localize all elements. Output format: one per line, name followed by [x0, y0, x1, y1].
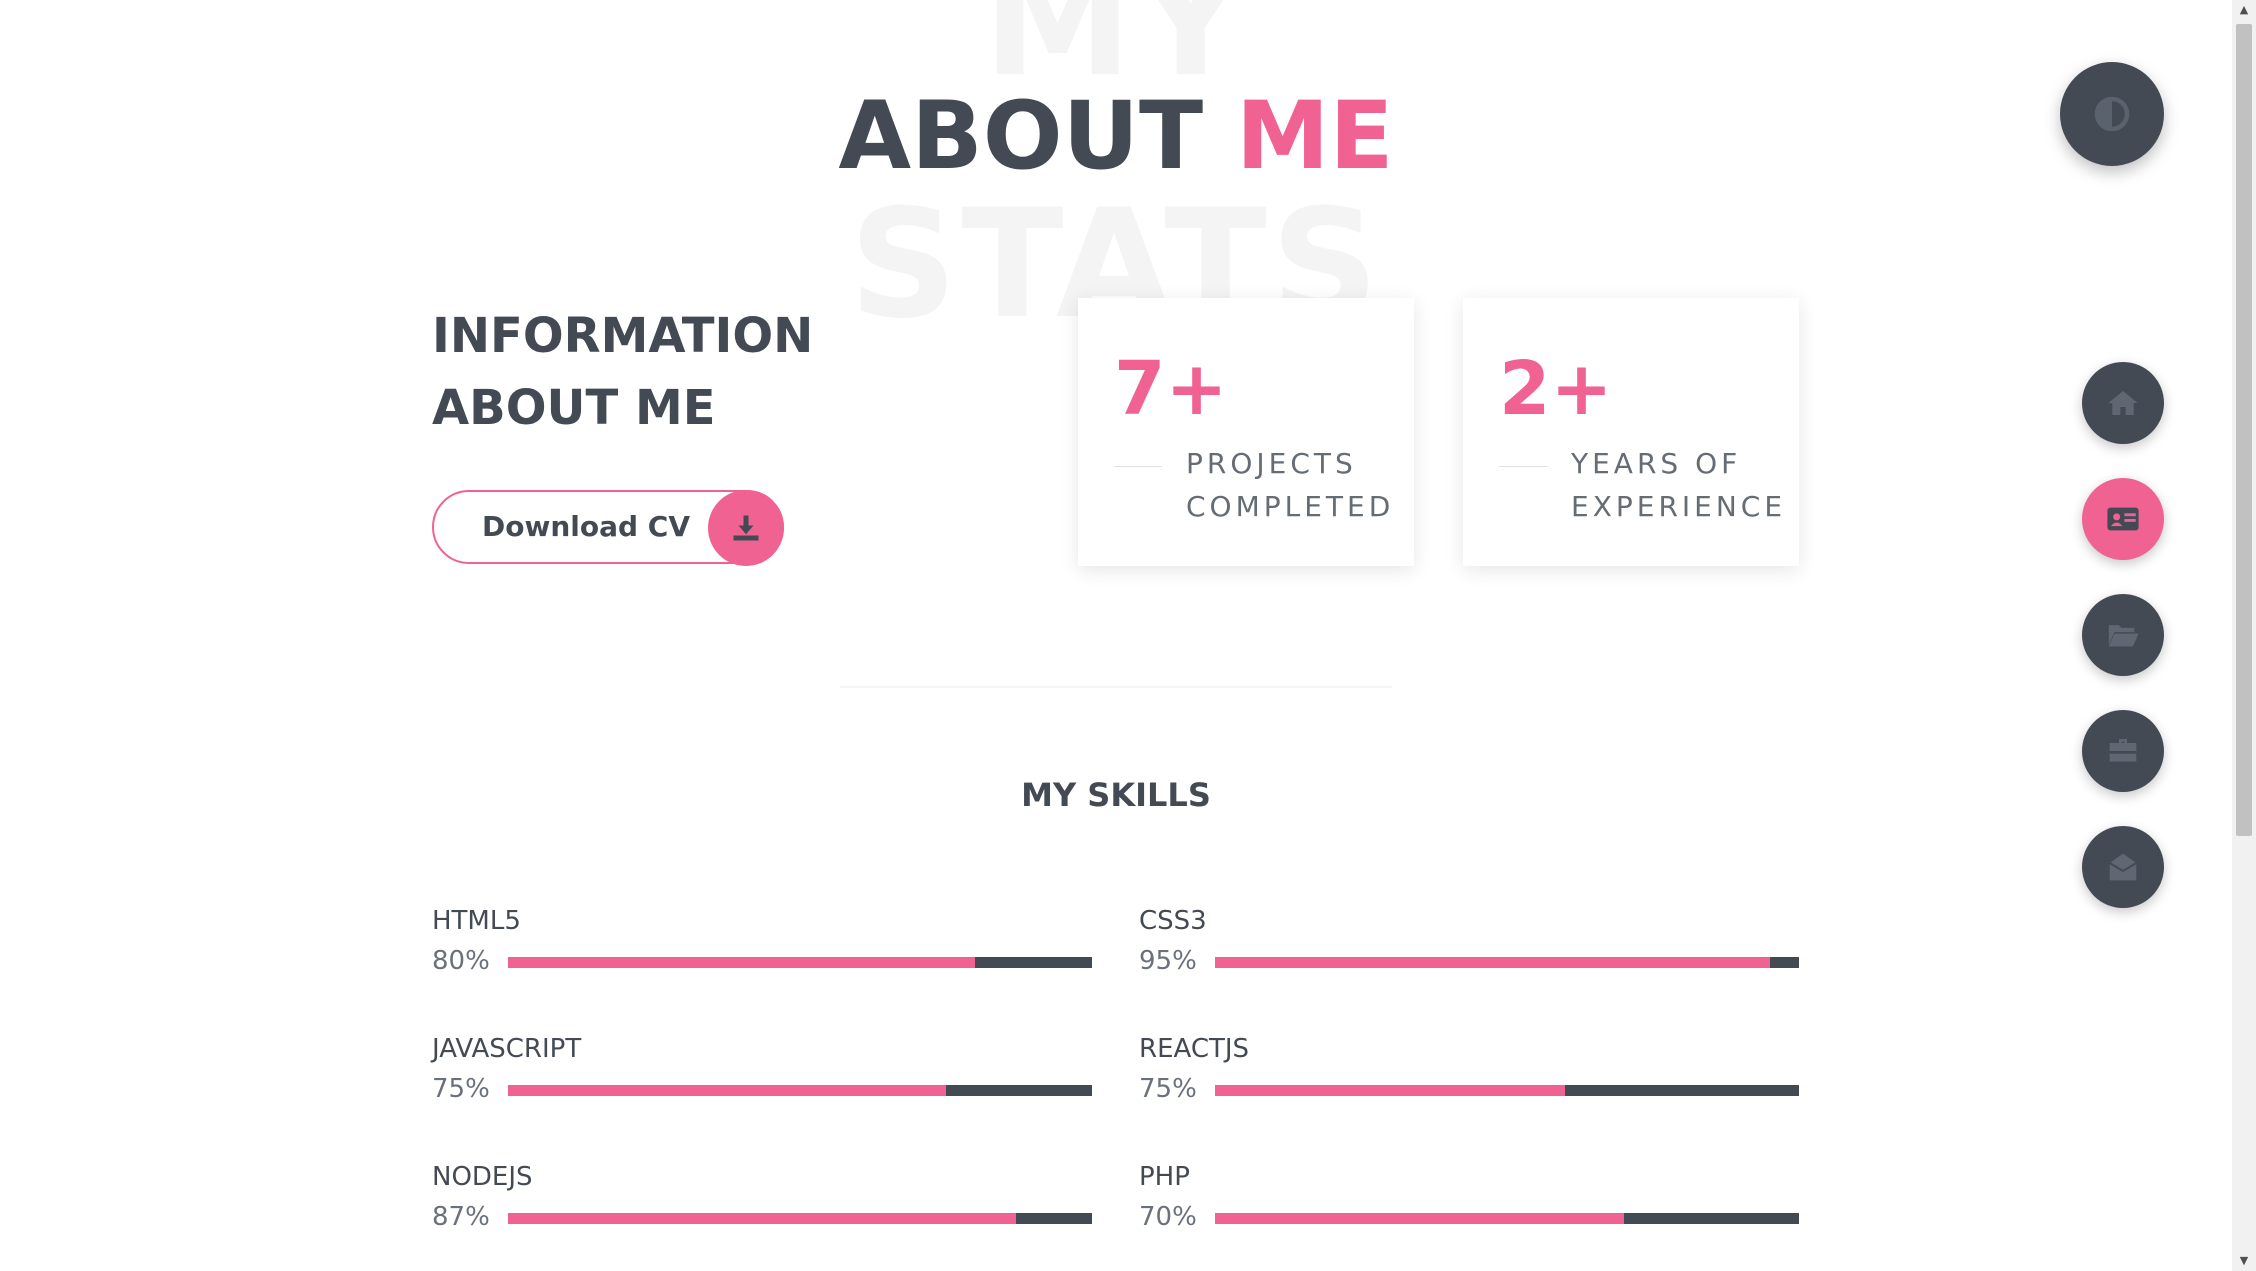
stat-label: PROJECTS COMPLETED — [1186, 447, 1395, 523]
nav-contact-button[interactable] — [2082, 826, 2164, 908]
skill-item: CSS3 95% — [1139, 906, 1799, 986]
folder-open-icon — [2108, 625, 2139, 647]
skill-name: NODEJS — [432, 1162, 533, 1192]
skill-name: REACTJS — [1139, 1034, 1250, 1064]
page-title-main: ABOUT — [838, 82, 1204, 191]
home-icon — [2108, 391, 2138, 415]
skills-title: MY SKILLS — [1021, 776, 1211, 814]
skill-percent: 87% — [432, 1202, 490, 1232]
skill-progress-fill — [1215, 1085, 1566, 1096]
skill-percent: 75% — [1139, 1074, 1197, 1104]
skill-progress-fill — [508, 1085, 946, 1096]
skill-progress-bar — [508, 957, 1092, 968]
download-icon — [708, 490, 784, 566]
scrollbar-thumb[interactable] — [2236, 24, 2252, 836]
skill-name: CSS3 — [1139, 906, 1207, 936]
stat-divider — [1114, 466, 1162, 467]
skill-progress-bar — [508, 1213, 1092, 1224]
skill-name: JAVASCRIPT — [432, 1034, 582, 1064]
skill-item: PHP 70% — [1139, 1162, 1799, 1242]
skill-percent: 80% — [432, 946, 490, 976]
skill-item: HTML5 80% — [432, 906, 1092, 986]
nav-experience-button[interactable] — [2082, 710, 2164, 792]
skill-progress-fill — [508, 1213, 1017, 1224]
page-title: ABOUT ME — [0, 90, 2232, 184]
skill-progress-fill — [1215, 1213, 1624, 1224]
envelope-open-icon — [2109, 853, 2137, 881]
skill-progress-fill — [508, 957, 976, 968]
vertical-scrollbar[interactable]: ▲ ▼ — [2232, 0, 2256, 1271]
nav-home-button[interactable] — [2082, 362, 2164, 444]
info-heading: INFORMATION ABOUT ME — [432, 308, 814, 436]
skill-progress-bar — [508, 1085, 1092, 1096]
skill-name: PHP — [1139, 1162, 1190, 1192]
stat-label: YEARS OF EXPERIENCE — [1571, 447, 1787, 523]
stat-divider — [1499, 466, 1547, 467]
skill-percent: 95% — [1139, 946, 1197, 976]
skill-progress-fill — [1215, 957, 1770, 968]
skill-progress-bar — [1215, 1085, 1799, 1096]
nav-about-button[interactable] — [2082, 478, 2164, 560]
id-card-icon — [2107, 507, 2139, 531]
stat-number: 7+ — [1114, 346, 1228, 432]
skill-item: JAVASCRIPT 75% — [432, 1034, 1092, 1114]
skill-percent: 75% — [432, 1074, 490, 1104]
skill-progress-bar — [1215, 1213, 1799, 1224]
nav-portfolio-button[interactable] — [2082, 594, 2164, 676]
skill-percent: 70% — [1139, 1202, 1197, 1232]
download-cv-button[interactable]: Download CV — [432, 490, 784, 566]
skill-item: REACTJS 75% — [1139, 1034, 1799, 1114]
scroll-down-icon[interactable]: ▼ — [2232, 1251, 2256, 1271]
skill-item: NODEJS 87% — [432, 1162, 1092, 1242]
download-cv-label: Download CV — [482, 510, 691, 543]
stat-card-experience: 2+ YEARS OF EXPERIENCE — [1463, 298, 1799, 566]
stat-number: 2+ — [1499, 346, 1613, 432]
contrast-icon — [2094, 96, 2130, 132]
briefcase-icon — [2109, 739, 2137, 762]
skill-progress-bar — [1215, 957, 1799, 968]
theme-toggle-button[interactable] — [2060, 62, 2164, 166]
section-divider — [840, 686, 1392, 688]
scroll-up-icon[interactable]: ▲ — [2232, 0, 2256, 20]
skill-name: HTML5 — [432, 906, 521, 936]
page-title-accent: ME — [1235, 82, 1394, 191]
stat-card-projects: 7+ PROJECTS COMPLETED — [1078, 298, 1414, 566]
